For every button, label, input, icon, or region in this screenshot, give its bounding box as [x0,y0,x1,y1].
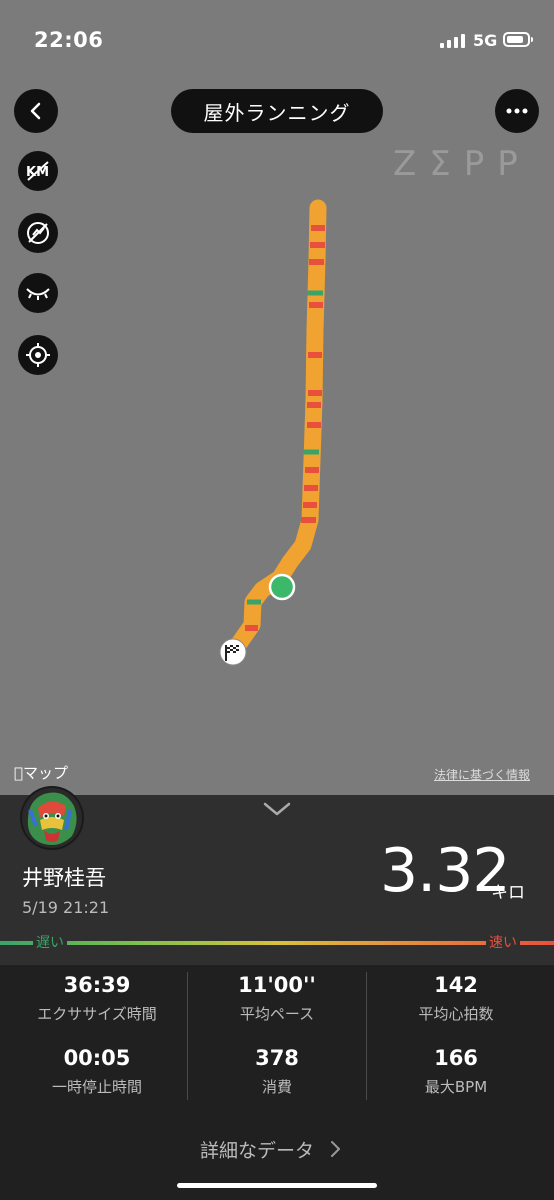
more-button[interactable] [495,89,539,133]
status-bar: 22:06 5G [0,0,554,80]
back-button[interactable] [14,89,58,133]
activity-title: 屋外ランニング [171,89,383,133]
slow-label: 遅い [33,932,67,952]
zepp-logo: ZΣPP [393,144,531,184]
chevron-left-icon [30,102,41,120]
distance-unit: キロ [491,883,525,903]
stat-max-bpm: 166 最大BPM [424,1046,488,1096]
speed-off-icon [27,222,49,244]
start-marker [268,573,296,601]
stat-pause-time: 00:05 一時停止時間 [51,1046,142,1096]
locate-icon [26,343,50,367]
hide-route-button[interactable] [18,273,58,313]
fast-label: 速い [486,932,520,952]
maps-attribution: マップ [14,764,68,782]
battery-icon [503,32,533,47]
eye-closed-icon [26,288,50,300]
more-dots-icon [506,108,528,114]
stat-avg-pace: 11'00'' 平均ペース [238,973,316,1023]
km-markers-icon: KM [26,161,49,181]
collapse-button[interactable] [262,800,292,822]
stat-calories: 378 消費 [255,1046,299,1096]
network-type: 5G [473,31,498,50]
home-indicator[interactable] [177,1183,377,1188]
locate-button[interactable] [18,335,58,375]
chevron-right-icon [331,1141,341,1157]
stat-avg-heart-rate: 142 平均心拍数 [418,973,494,1023]
km-markers-button[interactable]: KM [18,151,58,191]
clock: 22:06 [34,28,104,52]
avatar[interactable] [20,786,84,850]
legal-link[interactable]: 法律に基づく情報 [434,766,530,783]
apple-icon:  [14,764,23,782]
stat-exercise-time: 36:39 エクササイズ時間 [37,973,157,1023]
pace-gradient-bar [0,941,554,945]
user-name: 井野桂吾 [22,866,106,890]
signal-icon [440,34,465,48]
detail-data-button[interactable]: 詳細なデータ [200,1136,342,1163]
chevron-down-icon [263,802,291,816]
hide-speed-button[interactable] [18,213,58,253]
activity-date: 5/19 21:21 [22,898,110,917]
